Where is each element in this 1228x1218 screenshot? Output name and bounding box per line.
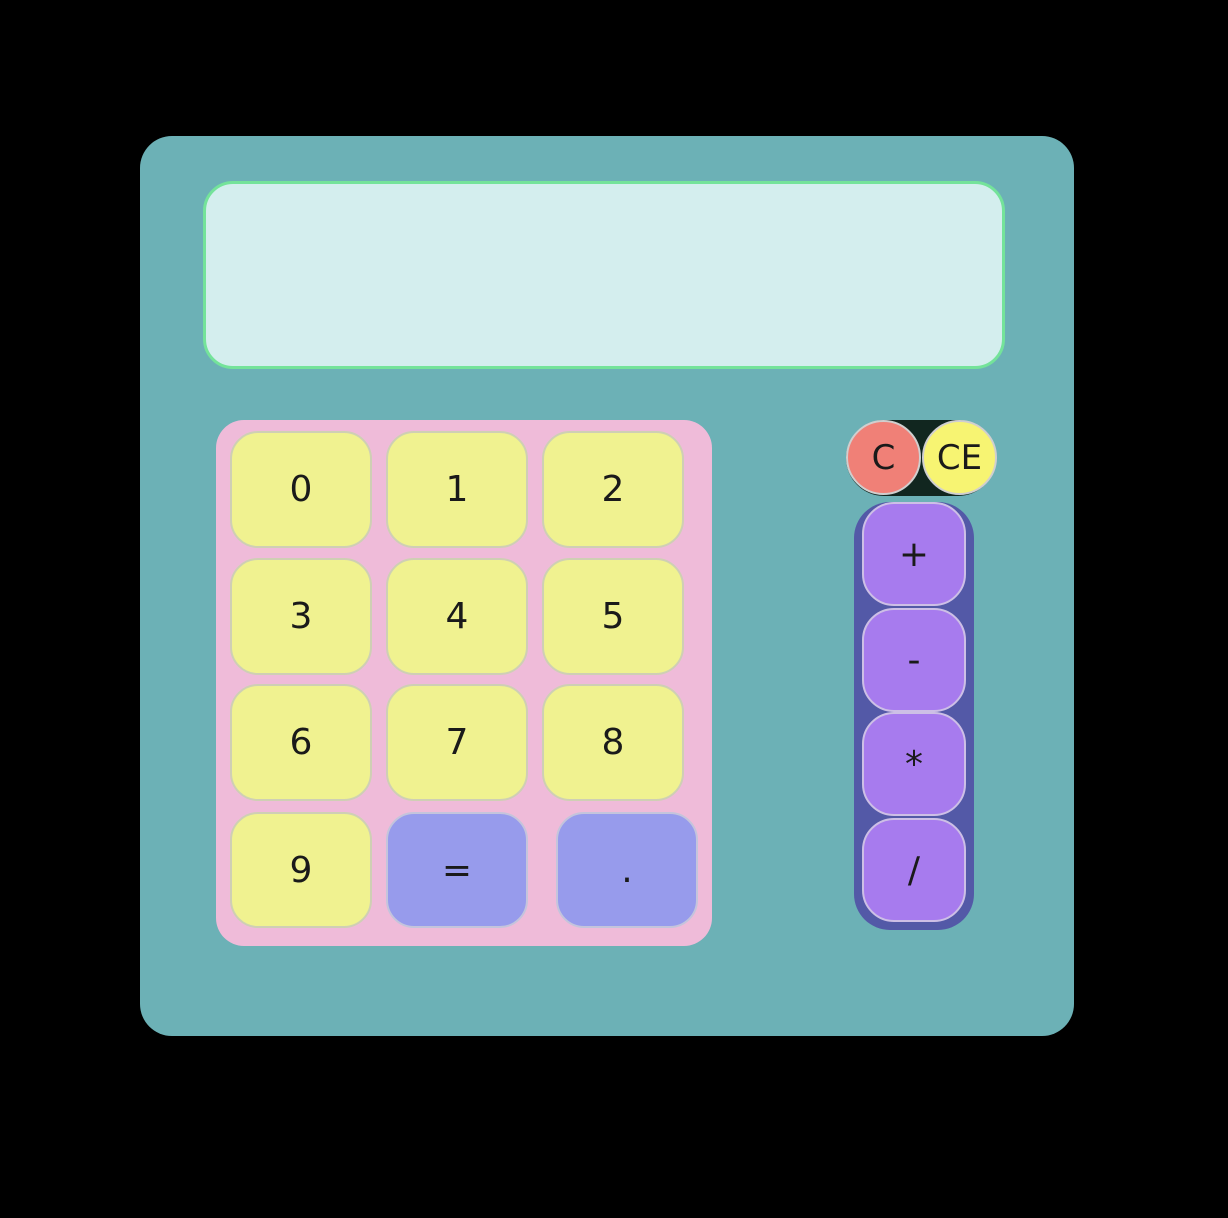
- key-7[interactable]: 7: [386, 684, 528, 801]
- add-button[interactable]: +: [862, 502, 966, 606]
- multiply-button[interactable]: *: [862, 712, 966, 816]
- calculator-display: [203, 181, 1005, 369]
- decimal-button[interactable]: .: [556, 812, 698, 928]
- key-5[interactable]: 5: [542, 558, 684, 675]
- equals-button[interactable]: =: [386, 812, 528, 928]
- key-6[interactable]: 6: [230, 684, 372, 801]
- key-1[interactable]: 1: [386, 431, 528, 548]
- key-2[interactable]: 2: [542, 431, 684, 548]
- key-0[interactable]: 0: [230, 431, 372, 548]
- calculator-body: 0 1 2 3 4 5 6 7 8 9 = . C CE + - * /: [140, 136, 1074, 1036]
- numpad: 0 1 2 3 4 5 6 7 8 9 = .: [216, 420, 712, 946]
- key-4[interactable]: 4: [386, 558, 528, 675]
- subtract-button[interactable]: -: [862, 608, 966, 712]
- clear-button[interactable]: C: [846, 420, 921, 495]
- clear-entry-button[interactable]: CE: [922, 420, 997, 495]
- clear-buttons: C CE: [846, 420, 997, 496]
- key-8[interactable]: 8: [542, 684, 684, 801]
- divide-button[interactable]: /: [862, 818, 966, 922]
- key-9[interactable]: 9: [230, 812, 372, 928]
- key-3[interactable]: 3: [230, 558, 372, 675]
- operator-panel: + - * /: [854, 502, 974, 930]
